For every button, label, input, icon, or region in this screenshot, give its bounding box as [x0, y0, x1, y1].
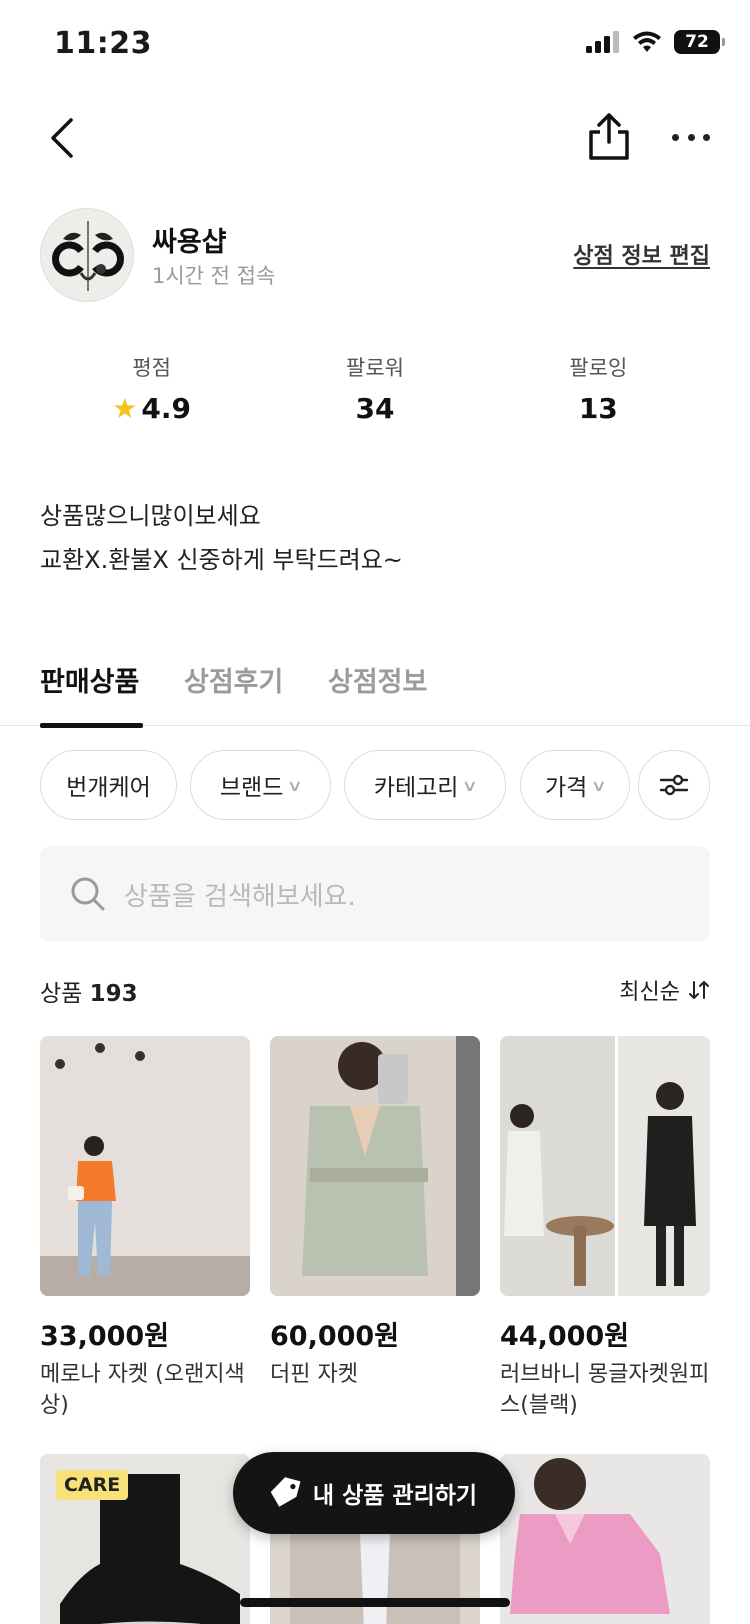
- chip-label: 브랜드: [219, 775, 284, 801]
- product-name: 메로나 자켓 (오랜지색상): [40, 1362, 245, 1418]
- wifi-icon: [633, 31, 661, 52]
- chip-label: 번개케어: [66, 775, 151, 801]
- product-price: 60,000원: [270, 1321, 400, 1352]
- sort-button[interactable]: 최신순: [619, 974, 710, 1006]
- home-indicator: [240, 1598, 510, 1607]
- intro-line: 상품많으니많이보세요: [40, 502, 261, 530]
- product-search-box[interactable]: 상품을 검색해보세요.: [40, 846, 710, 942]
- shop-stats: 평점 ★ 4.9 팔로워 34 팔로잉 13: [40, 352, 710, 432]
- chip-label: 가격: [544, 775, 588, 801]
- shop-tabs: 판매상품 상점후기 상점정보: [0, 652, 750, 728]
- share-button[interactable]: [586, 112, 632, 162]
- product-name: 더핀 자켓: [270, 1362, 358, 1387]
- product-list-header: 상품 193 최신순: [40, 972, 710, 1012]
- stat-label: 팔로워: [346, 356, 404, 380]
- chevron-down-icon: ∨: [462, 775, 479, 795]
- back-button[interactable]: [40, 110, 84, 166]
- shop-profile: 싸용샵 1시간 전 접속 상점 정보 편집: [40, 208, 710, 303]
- filter-chips: 번개케어 브랜드 ∨ 카테고리 ∨ 가격 ∨: [40, 750, 710, 822]
- count-value: 193: [89, 981, 138, 1007]
- filter-category-chip[interactable]: 카테고리 ∨: [344, 750, 506, 820]
- more-options-button[interactable]: [666, 122, 716, 152]
- product-image[interactable]: [500, 1454, 710, 1624]
- filter-brand-chip[interactable]: 브랜드 ∨: [190, 750, 331, 820]
- shop-intro: 상품많으니많이보세요 교환X.환불X 신중하게 부탁드려요~: [40, 494, 710, 582]
- dot-icon: [672, 133, 679, 141]
- dot-icon: [703, 133, 710, 141]
- status-icons: 72: [586, 30, 725, 54]
- tab-reviews[interactable]: 상점후기: [184, 660, 283, 699]
- product-image[interactable]: [40, 1036, 250, 1296]
- chip-label: 카테고리: [373, 775, 459, 801]
- product-photo: [40, 1036, 250, 1296]
- shop-avatar[interactable]: [40, 208, 134, 302]
- share-icon: [589, 113, 629, 160]
- avatar-logo-image: [41, 209, 133, 301]
- stat-value: 34: [355, 392, 395, 425]
- count-prefix: 상품: [40, 981, 83, 1007]
- product-photo: [500, 1036, 710, 1296]
- product-count: 상품 193: [40, 974, 138, 1008]
- care-badge: CARE: [56, 1470, 129, 1500]
- back-arrow-icon: [51, 118, 73, 158]
- battery-icon: 72: [674, 30, 725, 54]
- chevron-down-icon: ∨: [287, 775, 304, 795]
- product-card[interactable]: 60,000원 더핀 자켓: [270, 1036, 480, 1390]
- product-card[interactable]: 33,000원 메로나 자켓 (오랜지색상): [40, 1036, 250, 1421]
- intro-line: 교환X.환불X 신중하게 부탁드려요~: [40, 546, 403, 574]
- sort-arrows-icon: [689, 981, 709, 999]
- star-icon: ★: [112, 391, 138, 425]
- stat-value: 4.9: [141, 392, 192, 425]
- shop-name: 싸용샵: [152, 227, 227, 258]
- stat-label: 팔로잉: [569, 356, 628, 380]
- product-price: 44,000원: [500, 1321, 630, 1352]
- product-card[interactable]: 44,000원 러브바니 몽글자켓원피스(블랙): [500, 1036, 710, 1421]
- sort-label: 최신순: [619, 980, 680, 1005]
- stat-followers[interactable]: 팔로워 34: [263, 352, 486, 432]
- search-input[interactable]: 상품을 검색해보세요.: [124, 876, 356, 913]
- product-card[interactable]: [500, 1454, 710, 1624]
- product-image[interactable]: CARE: [40, 1454, 250, 1624]
- status-bar: 11:23 72: [0, 0, 750, 90]
- product-price: 33,000원: [40, 1321, 170, 1352]
- dot-icon: [687, 133, 695, 141]
- product-photo: [500, 1454, 710, 1624]
- status-time: 11:23: [54, 26, 152, 61]
- chevron-down-icon: ∨: [590, 775, 608, 795]
- product-photo: [270, 1036, 480, 1296]
- tab-shop-info[interactable]: 상점정보: [328, 660, 427, 699]
- product-name: 러브바니 몽글자켓원피스(블랙): [500, 1362, 710, 1418]
- product-image[interactable]: [270, 1036, 480, 1296]
- edit-shop-info-link[interactable]: 상점 정보 편집: [573, 238, 710, 270]
- cellular-signal-icon: [586, 31, 619, 53]
- rating-value-row: ★ 4.9: [40, 392, 263, 425]
- fab-label: 내 상품 관리하기: [312, 1483, 478, 1509]
- filter-care-chip[interactable]: 번개케어: [40, 750, 177, 820]
- last-login-text: 1시간 전 접속: [152, 264, 276, 288]
- price-tag-icon: [270, 1477, 301, 1507]
- stat-following[interactable]: 팔로잉 13: [487, 352, 710, 432]
- product-card[interactable]: CARE: [40, 1454, 250, 1624]
- stat-value: 13: [578, 392, 618, 425]
- stat-rating: 평점 ★ 4.9: [40, 352, 263, 432]
- filter-price-chip[interactable]: 가격 ∨: [520, 750, 630, 820]
- manage-products-button[interactable]: 내 상품 관리하기: [233, 1452, 515, 1534]
- product-image[interactable]: [500, 1036, 710, 1296]
- nav-bar: [0, 100, 750, 180]
- filter-settings-button[interactable]: [638, 750, 710, 820]
- sliders-icon: [659, 774, 689, 796]
- active-tab-indicator: [40, 723, 143, 728]
- search-icon: [71, 877, 105, 911]
- stat-label: 평점: [132, 356, 171, 380]
- tab-products[interactable]: 판매상품: [40, 660, 139, 699]
